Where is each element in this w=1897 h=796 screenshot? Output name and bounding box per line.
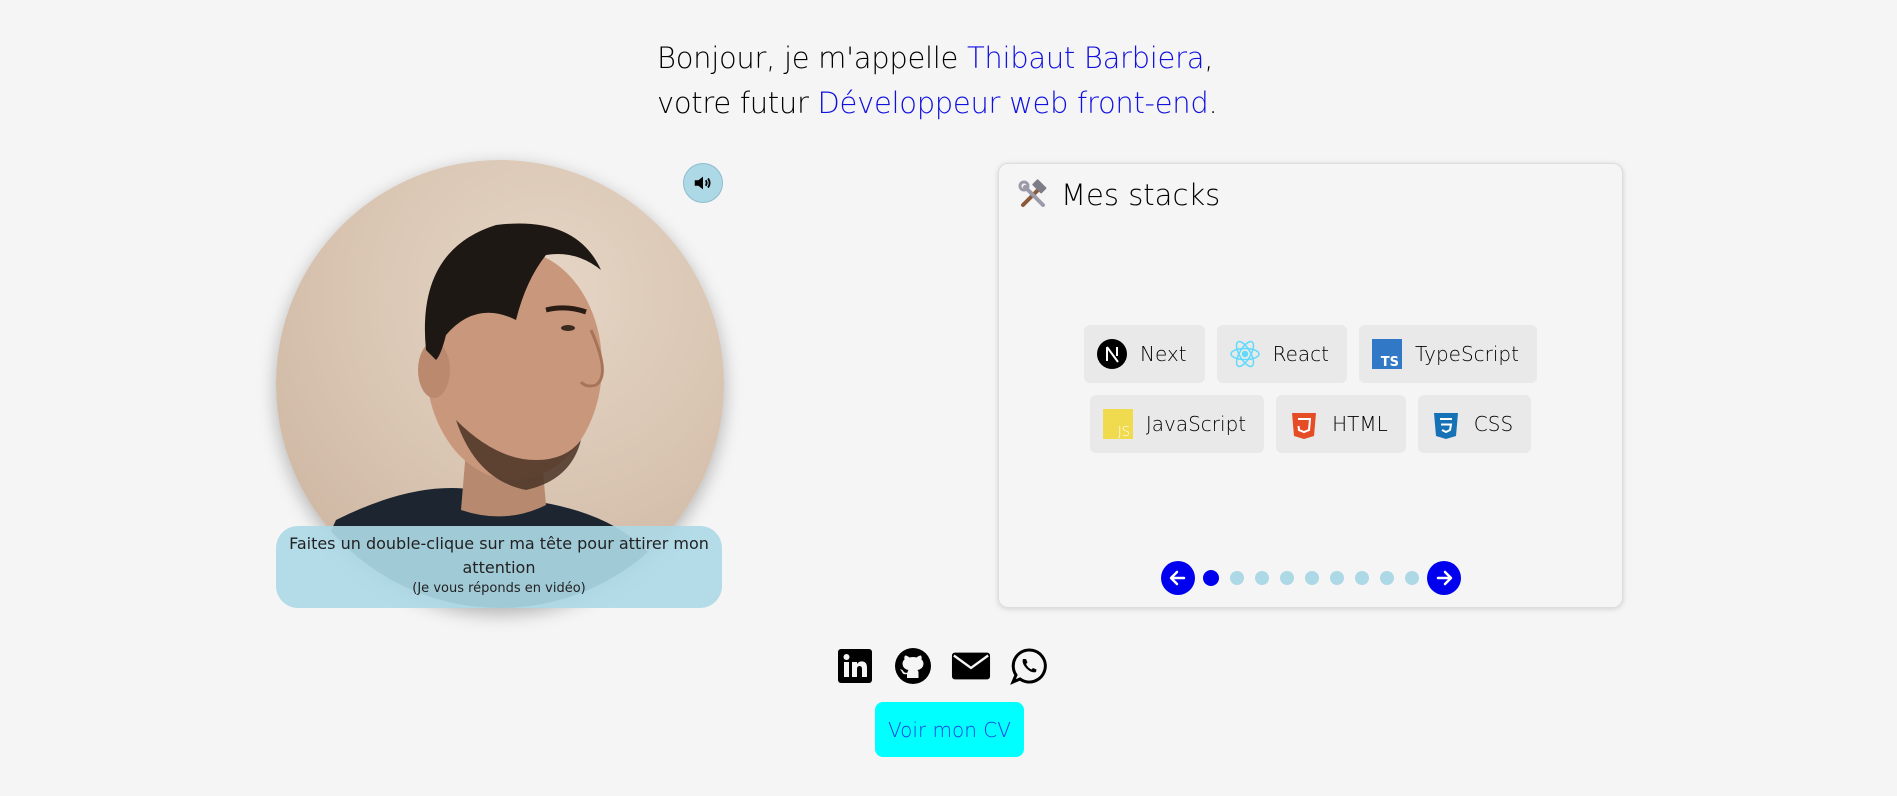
stack-chip-javascript[interactable]: JS JavaScript [1089, 395, 1265, 453]
intro-line-1: Bonjour, je m'appelle Thibaut Barbiera, [657, 36, 1217, 81]
linkedin-icon [838, 649, 872, 683]
pagination-dots [1202, 570, 1419, 586]
intro-heading: Bonjour, je m'appelle Thibaut Barbiera, … [657, 36, 1218, 126]
stack-chip-react[interactable]: React [1216, 325, 1348, 383]
hammer-wrench-icon [1018, 179, 1047, 207]
email-icon [951, 652, 991, 680]
pagination-dot[interactable] [1354, 571, 1369, 585]
intro-text: votre futur [657, 86, 818, 120]
intro-name: Thibaut Barbiera [967, 41, 1205, 75]
javascript-icon: JS [1102, 408, 1134, 440]
view-cv-button[interactable]: Voir mon CV [875, 702, 1024, 757]
pagination-dot[interactable] [1202, 570, 1219, 586]
intro-punct: , [1204, 41, 1214, 75]
hint-small-text: (Je vous réponds en vidéo) [412, 581, 586, 596]
pagination-dot[interactable] [1379, 571, 1394, 585]
stack-label: React [1272, 342, 1330, 366]
stacks-pagination [999, 561, 1622, 595]
stack-chip-typescript[interactable]: TS TypeScript [1359, 325, 1537, 383]
svg-text:JS: JS [1118, 425, 1130, 439]
email-link[interactable] [951, 646, 991, 686]
prev-button[interactable] [1160, 561, 1195, 595]
github-icon [895, 648, 931, 684]
hint-main-text: Faites un double-clique sur ma tête pour… [289, 534, 709, 577]
portrait-hint: Faites un double-clique sur ma tête pour… [276, 526, 722, 608]
react-icon [1229, 338, 1261, 370]
intro-punct: . [1208, 86, 1218, 120]
pagination-dot[interactable] [1279, 571, 1294, 585]
nextjs-icon [1096, 338, 1128, 370]
speaker-icon [694, 176, 711, 190]
whatsapp-link[interactable] [1009, 646, 1049, 686]
pagination-dot[interactable] [1304, 571, 1319, 585]
linkedin-link[interactable] [835, 646, 875, 686]
pagination-dot[interactable] [1254, 571, 1269, 585]
typescript-icon: TS [1371, 338, 1403, 370]
html5-icon [1288, 408, 1320, 440]
whatsapp-icon [1010, 648, 1047, 685]
stacks-row: JS JavaScript HTML CSS [999, 395, 1622, 453]
pagination-dot[interactable] [1404, 571, 1419, 585]
intro-role: Développeur web front-end [817, 86, 1209, 120]
sound-toggle-button[interactable] [683, 163, 723, 203]
arrow-left-icon [1169, 570, 1185, 586]
pagination-dot[interactable] [1229, 571, 1244, 585]
next-button[interactable] [1426, 561, 1461, 595]
stacks-row: Next React TS TypeScript [999, 325, 1622, 383]
stack-chip-css[interactable]: CSS [1417, 395, 1532, 453]
stacks-card: Mes stacks Next React TS TypeScript JS J… [998, 163, 1623, 608]
social-links [835, 646, 1049, 686]
stack-label: JavaScript [1145, 412, 1247, 436]
stack-label: Next [1140, 342, 1187, 366]
arrow-right-icon [1436, 570, 1452, 586]
stack-label: HTML [1332, 412, 1388, 436]
css3-icon [1430, 408, 1462, 440]
stack-label: TypeScript [1415, 342, 1519, 366]
stack-label: CSS [1473, 412, 1514, 436]
stack-chip-html[interactable]: HTML [1276, 395, 1406, 453]
intro-text: Bonjour, je m'appelle [657, 41, 967, 75]
intro-line-2: votre futur Développeur web front-end. [657, 81, 1218, 126]
pagination-dot[interactable] [1329, 571, 1344, 585]
stacks-list: Next React TS TypeScript JS JavaScript H… [999, 325, 1622, 465]
stacks-title: Mes stacks [1017, 178, 1220, 212]
stack-chip-next[interactable]: Next [1084, 325, 1205, 383]
github-link[interactable] [893, 646, 933, 686]
stacks-title-text: Mes stacks [1061, 178, 1221, 212]
svg-text:TS: TS [1381, 355, 1399, 369]
